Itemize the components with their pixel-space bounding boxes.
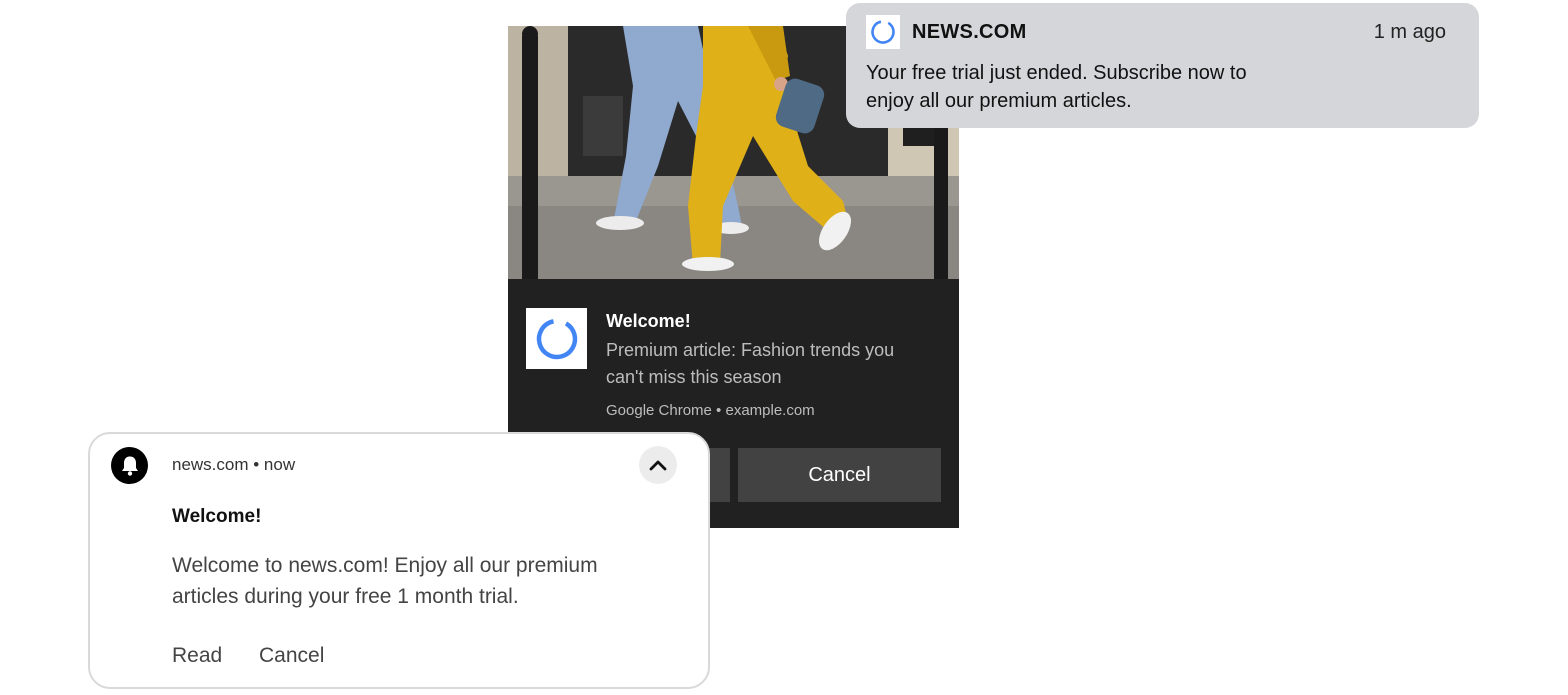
notification-app-name: NEWS.COM [912,21,1027,43]
notification-body: Premium article: Fashion trends you can'… [606,340,895,387]
notification-app-icon [866,15,900,49]
notification-body: Your free trial just ended. Subscribe no… [866,62,1247,112]
mac-notification[interactable]: NEWS.COM 1 m ago Your free trial just en… [846,3,1479,128]
chrome-cancel-button[interactable]: Cancel [738,448,941,502]
notification-app-icon [526,308,587,369]
loading-ring-icon [871,20,895,44]
notification-source: Google Chrome • example.com [606,402,815,419]
notification-header: news.com • now [172,455,296,474]
android-notification[interactable]: news.com • now Welcome! Welcome to news.… [88,432,710,689]
notification-showcase: Welcome! Premium article: Fashion trends… [0,0,1568,695]
notification-timestamp: 1 m ago [1373,21,1446,43]
notification-body: Welcome to news.com! Enjoy all our premi… [172,554,598,608]
notification-title: Welcome! [172,506,262,527]
notification-title: Welcome! [606,311,691,331]
cancel-button[interactable]: Cancel [259,644,324,668]
chevron-up-icon[interactable] [639,446,677,484]
read-button[interactable]: Read [172,644,222,668]
loading-ring-icon [536,318,577,359]
bell-icon [111,447,148,484]
